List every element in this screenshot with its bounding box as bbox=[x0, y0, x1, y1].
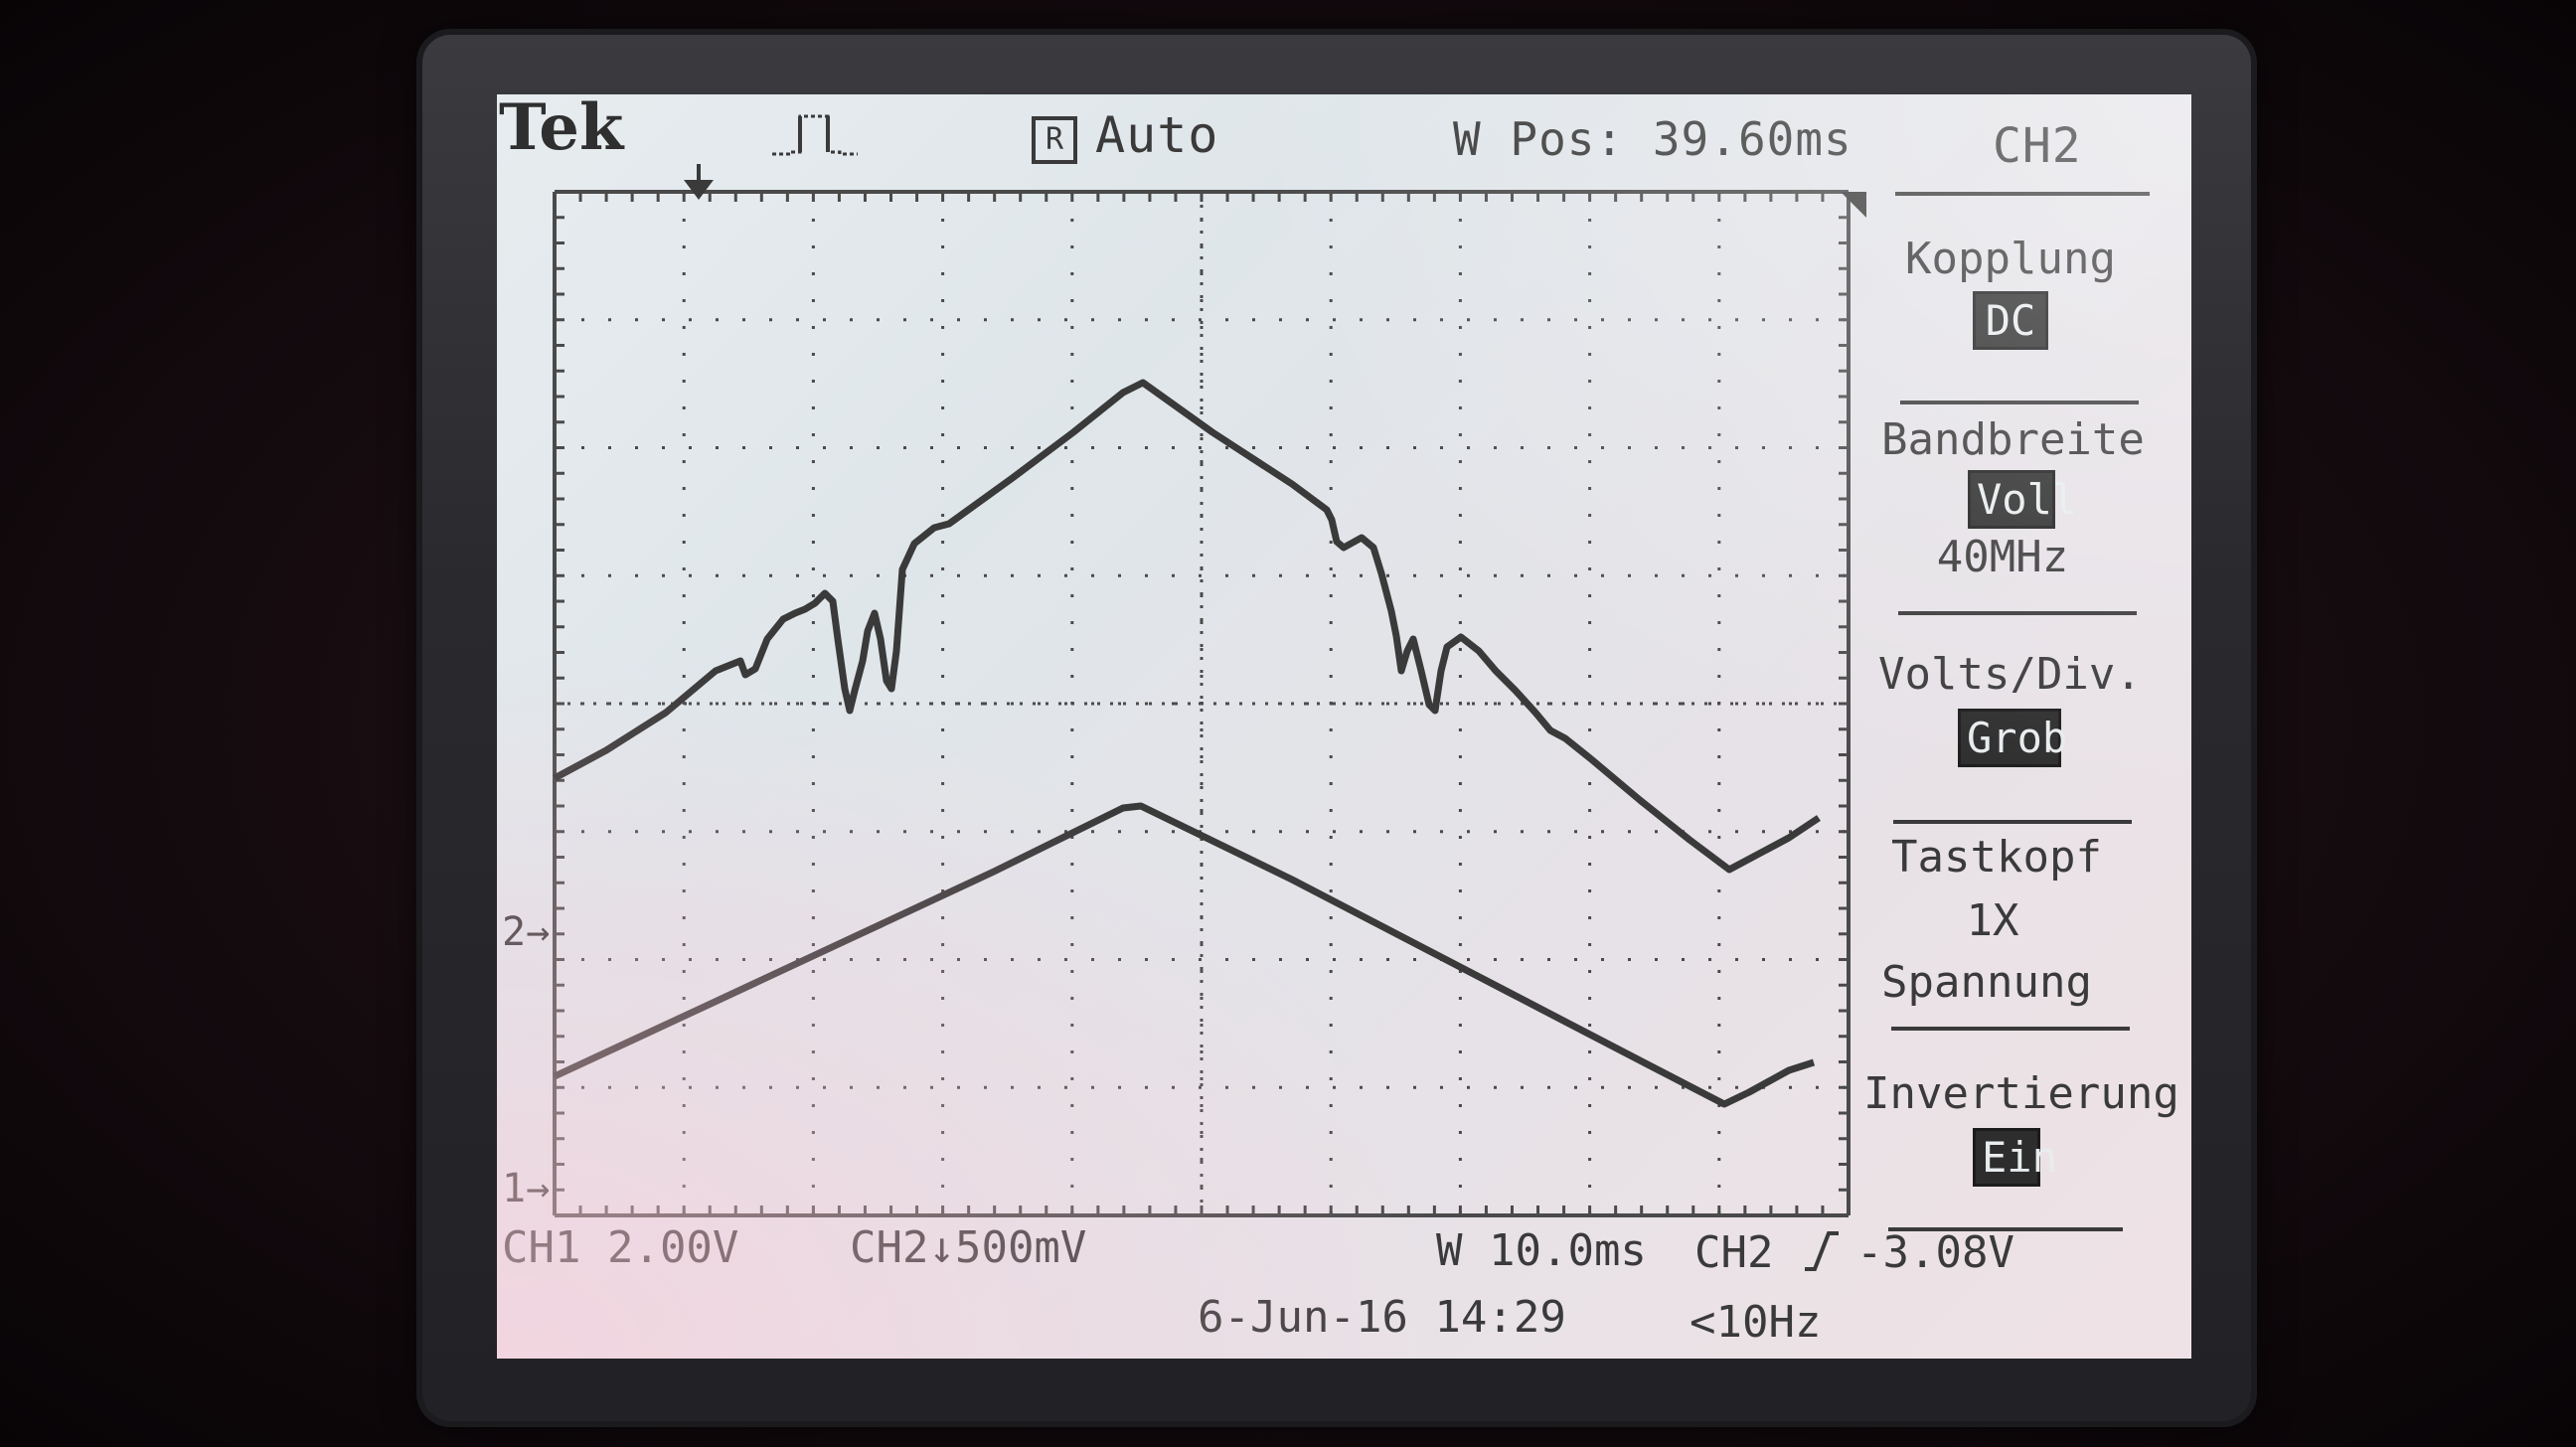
menu-separator bbox=[1893, 820, 2132, 824]
graticule-grid bbox=[553, 190, 1851, 1217]
probe-type: Spannung bbox=[1881, 957, 2092, 1008]
frequency-readout: <10Hz bbox=[1690, 1297, 1822, 1348]
invert-value[interactable]: Ein bbox=[1973, 1128, 2057, 1187]
menu-separator bbox=[1898, 611, 2137, 615]
date-time: 6-Jun-16 14:29 bbox=[1198, 1292, 1566, 1343]
bandwidth-limit: 40MHz bbox=[1936, 532, 2069, 582]
bandwidth-value[interactable]: Voll bbox=[1968, 470, 2077, 529]
ch2-ground-label: 2 bbox=[502, 909, 527, 955]
timebase: W 10.0ms bbox=[1436, 1225, 1647, 1276]
trigger-level: -3.08V bbox=[1856, 1227, 2014, 1278]
trigger-level-marker-icon bbox=[1841, 192, 1866, 218]
volts-div-label[interactable]: Volts/Div. bbox=[1878, 649, 2142, 700]
bandwidth-label[interactable]: Bandbreite bbox=[1881, 414, 2145, 465]
ch2-scale: CH2↓500mV bbox=[850, 1222, 1087, 1273]
menu-separator bbox=[1900, 401, 2139, 404]
ch1-scale: CH1 2.00V bbox=[502, 1222, 739, 1273]
menu-separator bbox=[1895, 192, 2150, 196]
right-arrow-icon: → bbox=[526, 909, 551, 955]
oscilloscope-screen: Tek R Auto W Pos: 39.60ms CH2 2→ 1→ Kopp… bbox=[497, 94, 2191, 1359]
rising-edge-icon bbox=[1805, 1231, 1839, 1271]
ch1-ground-label: 1 bbox=[502, 1166, 527, 1211]
probe-label[interactable]: Tastkopf bbox=[1872, 832, 2121, 883]
invert-label[interactable]: Invertierung bbox=[1863, 1068, 2179, 1119]
menu-separator bbox=[1891, 1027, 2130, 1031]
volts-div-value[interactable]: Grob bbox=[1958, 709, 2067, 767]
trigger-source: CH2 bbox=[1694, 1227, 1774, 1278]
ch1-ground-marker: 1→ bbox=[502, 1166, 550, 1211]
right-arrow-icon: → bbox=[526, 1166, 551, 1211]
ch1-trace bbox=[553, 379, 1821, 874]
ch2-trace bbox=[553, 802, 1816, 1108]
probe-factor: 1X bbox=[1966, 895, 2019, 946]
coupling-label[interactable]: Kopplung bbox=[1886, 234, 2135, 284]
ch2-ground-marker: 2→ bbox=[502, 909, 550, 955]
coupling-value[interactable]: DC bbox=[1973, 291, 2048, 350]
